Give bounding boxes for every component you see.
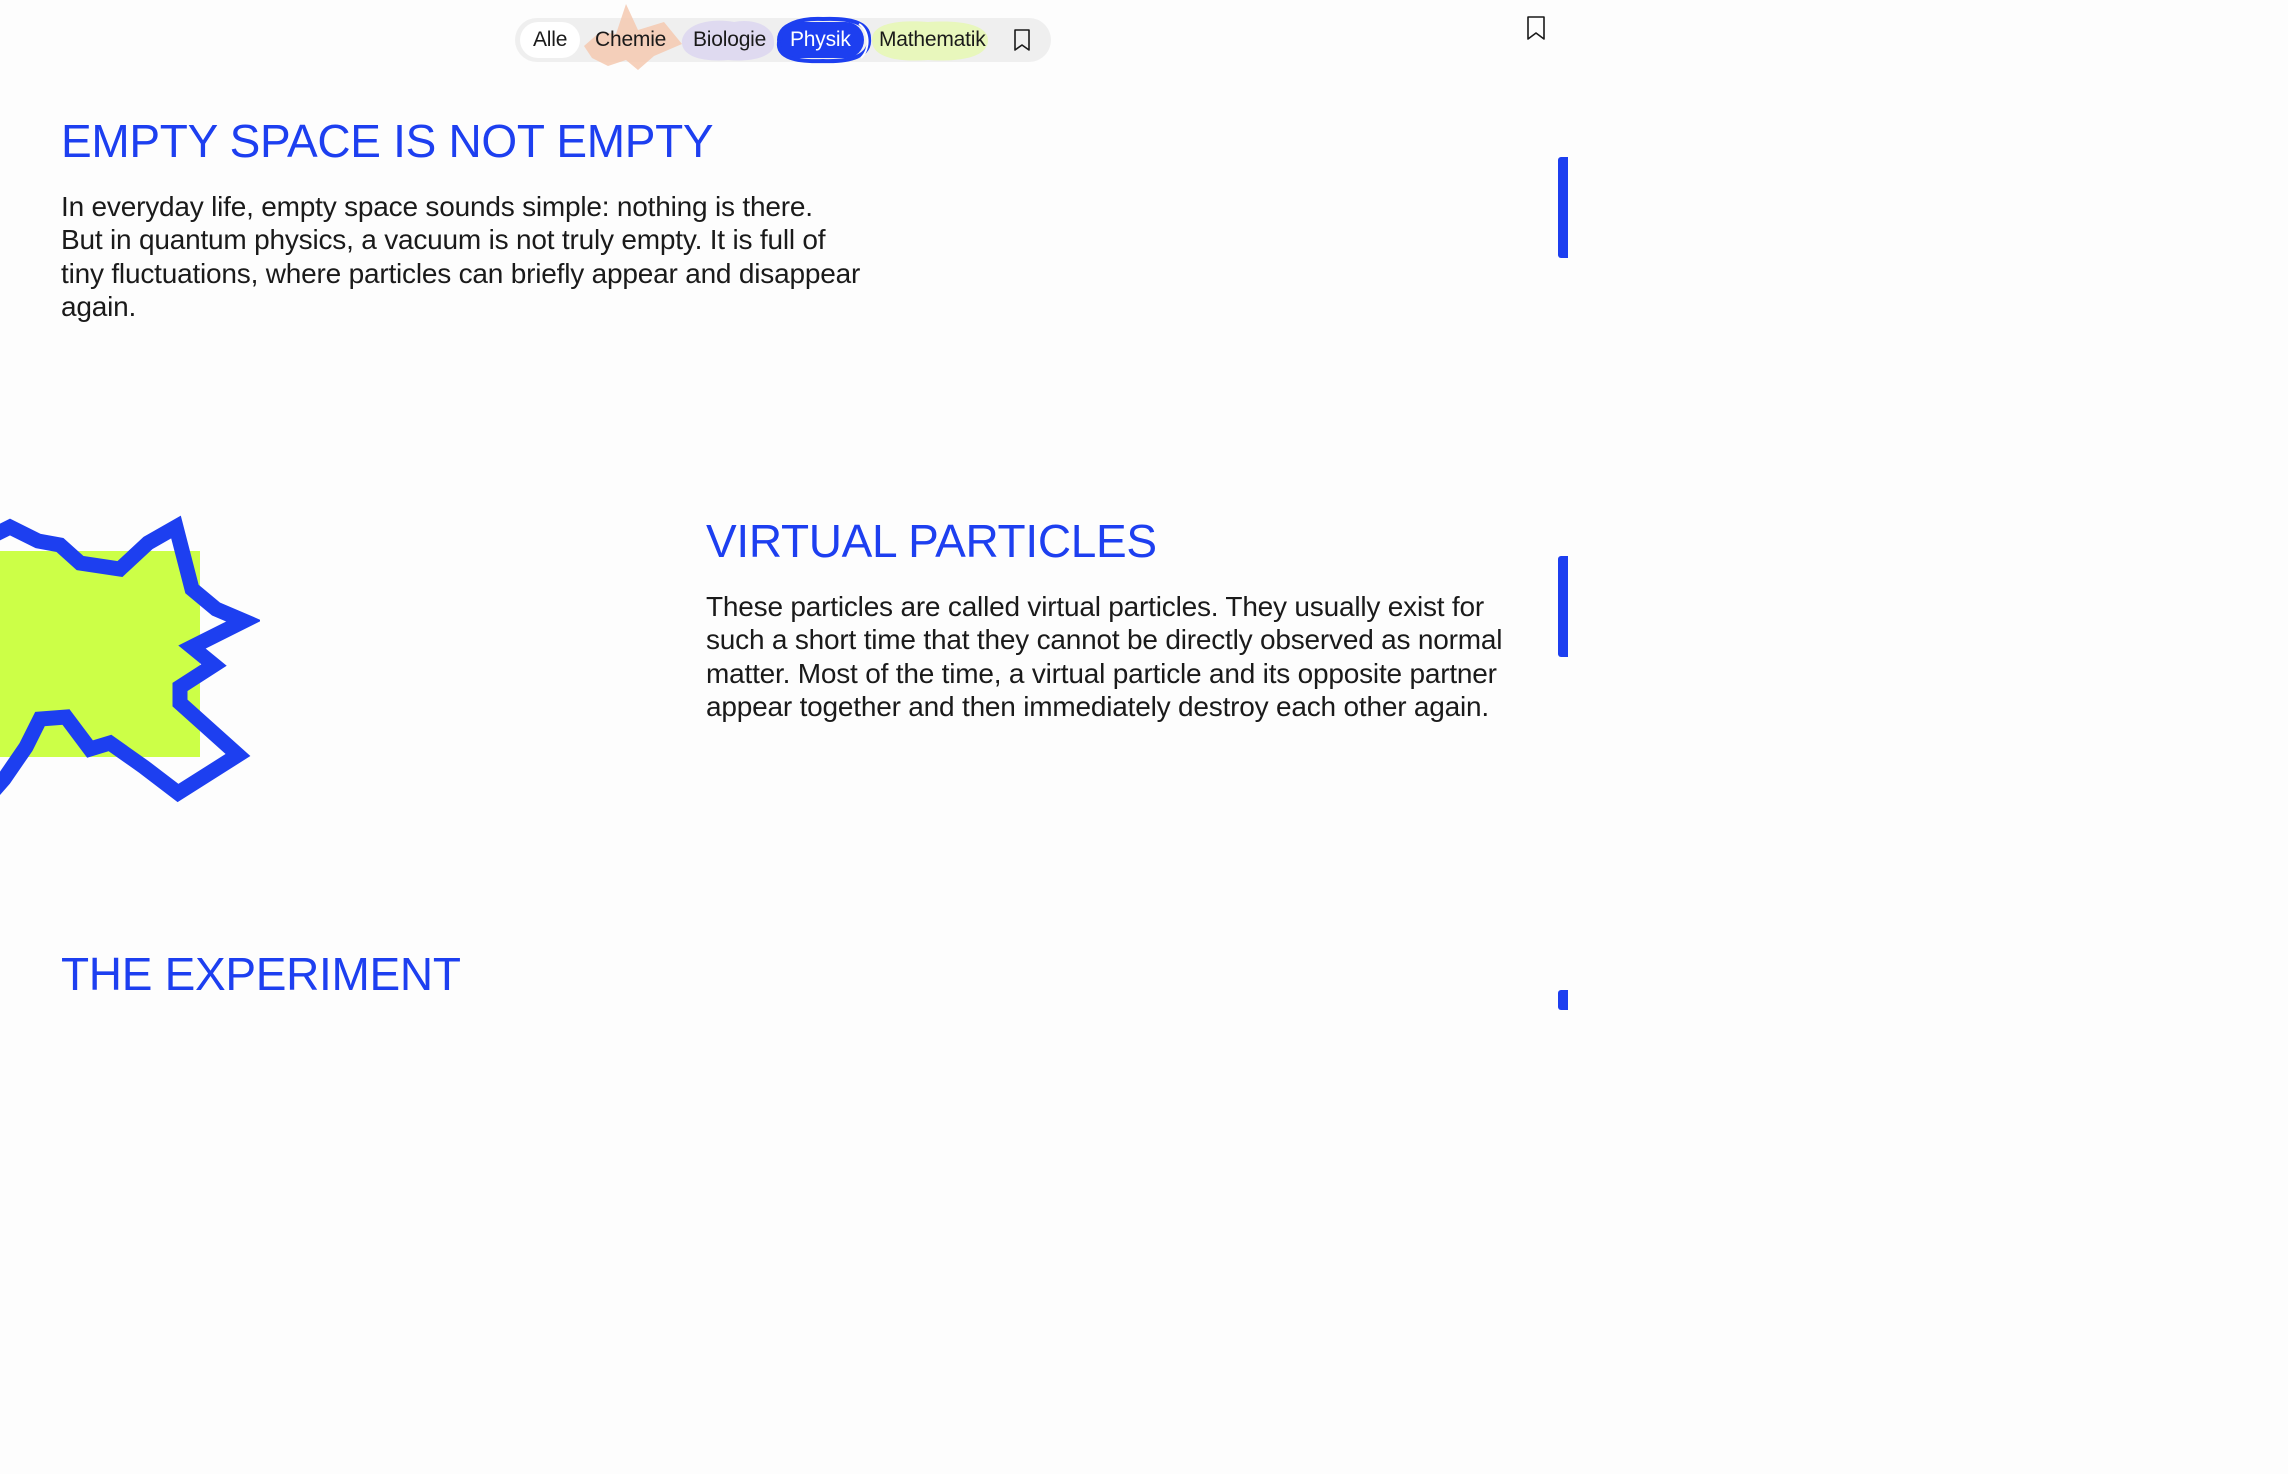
section-title-virtual-particles: VIRTUAL PARTICLES: [706, 515, 1157, 567]
section-indicator-3[interactable]: [1558, 990, 1568, 1010]
filter-chemie[interactable]: Chemie: [582, 4, 682, 70]
filter-chemie-label: Chemie: [595, 28, 667, 51]
filter-physik[interactable]: Physik: [776, 16, 872, 64]
filter-biologie-label: Biologie: [693, 28, 767, 51]
virtual-particle-illustration: [0, 515, 260, 803]
section-title-empty-space: EMPTY SPACE IS NOT EMPTY: [61, 115, 714, 167]
category-filter-bar: Alle Chemie Biologie Physik Mathematik: [515, 4, 1051, 70]
filter-biologie[interactable]: Biologie: [680, 20, 779, 61]
filter-physik-label: Physik: [790, 28, 851, 51]
section-indicator-1[interactable]: [1558, 157, 1568, 258]
bookmark-icon: [1527, 16, 1545, 40]
filter-all[interactable]: Alle: [520, 22, 581, 58]
section-body-empty-space: In everyday life, empty space sounds sim…: [61, 191, 861, 322]
filter-mathematik[interactable]: Mathematik: [866, 21, 999, 61]
bookmark-button[interactable]: [1524, 14, 1548, 42]
section-indicator-2[interactable]: [1558, 556, 1568, 657]
section-body-virtual-particles: These particles are called virtual parti…: [706, 591, 1503, 722]
section-title-experiment: THE EXPERIMENT: [61, 948, 461, 1000]
bookmark-icon: [1014, 29, 1030, 51]
filter-mathematik-label: Mathematik: [879, 28, 986, 51]
bookmark-filter-button[interactable]: [1011, 27, 1033, 53]
filter-all-label: Alle: [533, 28, 568, 51]
